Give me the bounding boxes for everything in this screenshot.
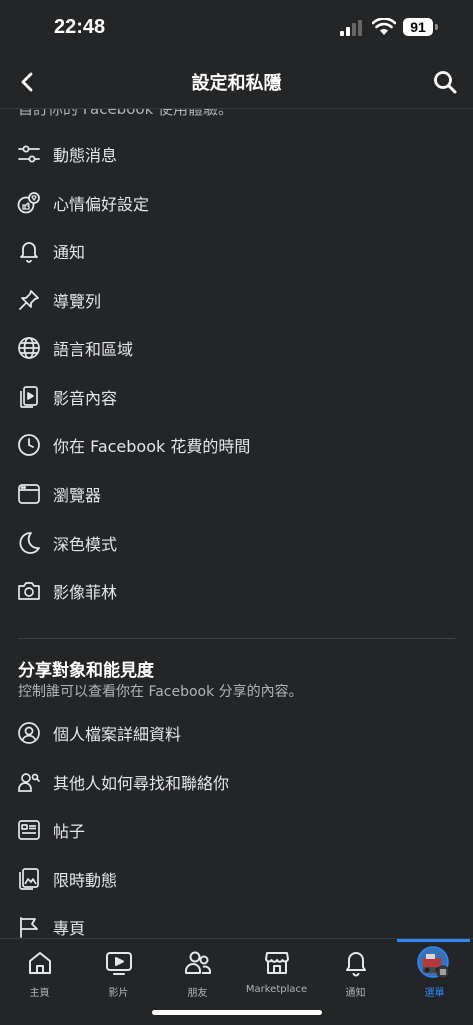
- bell-icon: [16, 238, 42, 264]
- section-divider: [18, 638, 455, 639]
- settings-item-label: 個人檔案詳細資料: [53, 725, 182, 744]
- settings-item-pages[interactable]: 專頁: [0, 905, 473, 938]
- sliders-icon: [16, 141, 42, 167]
- settings-item-label: 影像菲林: [53, 583, 118, 602]
- reactions-icon: [16, 190, 42, 216]
- media-icon: [16, 384, 42, 410]
- settings-item-label: 心情偏好設定: [53, 195, 150, 214]
- page-title: 設定和私隱: [191, 73, 282, 94]
- settings-list[interactable]: 自訂你的 Facebook 使用體驗。 動態消息 心情偏好設定 通知 導覽列 語…: [0, 90, 473, 938]
- settings-item-label: 導覽列: [53, 292, 102, 311]
- settings-item-label: 你在 Facebook 花費的時間: [53, 437, 251, 456]
- settings-item-browser[interactable]: 瀏覽器: [0, 472, 473, 516]
- user-circle-icon: [16, 720, 42, 746]
- globe-icon: [16, 335, 42, 361]
- stories-icon: [16, 866, 42, 892]
- settings-item-dark-mode[interactable]: 深色模式: [0, 521, 473, 565]
- status-time: 22:48: [54, 16, 106, 38]
- tab-menu[interactable]: 選單: [395, 939, 473, 1001]
- camera-icon: [16, 578, 42, 604]
- clock-icon: [16, 432, 42, 458]
- tab-friends[interactable]: 朋友: [158, 939, 237, 1001]
- settings-item-time-on-facebook[interactable]: 你在 Facebook 花費的時間: [0, 423, 473, 467]
- settings-item-camera-roll[interactable]: 影像菲林: [0, 569, 473, 613]
- avatar-menu-icon: [417, 946, 451, 980]
- search-button[interactable]: [431, 68, 459, 96]
- friends-icon: [184, 949, 212, 977]
- tab-notifications[interactable]: 通知: [316, 939, 395, 1001]
- settings-item-label: 專頁: [53, 919, 86, 938]
- battery-indicator: 91: [403, 18, 433, 36]
- flag-icon: [16, 914, 42, 938]
- bell-icon: [342, 949, 370, 977]
- section-subtitle: 控制誰可以查看你在 Facebook 分享的內容。: [18, 684, 303, 700]
- tab-label: 選單: [424, 988, 445, 999]
- settings-item-news-feed[interactable]: 動態消息: [0, 132, 473, 176]
- posts-icon: [16, 817, 42, 843]
- tab-home[interactable]: 主頁: [0, 939, 79, 1001]
- settings-item-stories[interactable]: 限時動態: [0, 857, 473, 901]
- header-divider: [0, 108, 473, 109]
- settings-item-language-region[interactable]: 語言和區域: [0, 326, 473, 370]
- settings-item-label: 限時動態: [53, 871, 118, 890]
- settings-item-label: 影音內容: [53, 389, 118, 408]
- battery-tip: [435, 24, 438, 30]
- browser-icon: [16, 481, 42, 507]
- tab-label: Marketplace: [245, 984, 308, 995]
- settings-item-label: 其他人如何尋找和聯絡你: [53, 774, 230, 793]
- tab-video[interactable]: 影片: [79, 939, 158, 1001]
- user-search-icon: [16, 769, 42, 795]
- header: 設定和私隱: [0, 56, 473, 108]
- home-icon: [26, 949, 54, 977]
- settings-item-label: 帖子: [53, 822, 86, 841]
- tab-label: 通知: [345, 988, 366, 999]
- settings-item-label: 語言和區域: [53, 340, 134, 359]
- pin-icon: [16, 287, 42, 313]
- settings-item-posts[interactable]: 帖子: [0, 808, 473, 852]
- tab-label: 影片: [108, 988, 129, 999]
- marketplace-icon: [263, 949, 291, 977]
- wifi-icon: [372, 18, 396, 36]
- settings-item-navigation-bar[interactable]: 導覽列: [0, 278, 473, 322]
- settings-item-label: 通知: [53, 243, 86, 262]
- settings-item-reactions[interactable]: 心情偏好設定: [0, 181, 473, 225]
- signal-icon: [340, 20, 364, 36]
- settings-item-notifications[interactable]: 通知: [0, 229, 473, 273]
- tab-label: 主頁: [29, 988, 50, 999]
- settings-item-label: 深色模式: [53, 535, 118, 554]
- search-icon: [434, 71, 457, 94]
- tab-label: 朋友: [187, 988, 208, 999]
- settings-item-profile-details[interactable]: 個人檔案詳細資料: [0, 711, 473, 755]
- section-title: 分享對象和能見度: [18, 661, 154, 681]
- settings-item-label: 瀏覽器: [53, 486, 102, 505]
- settings-item-find-contact[interactable]: 其他人如何尋找和聯絡你: [0, 760, 473, 804]
- home-indicator: [152, 1010, 322, 1015]
- video-icon: [105, 949, 133, 977]
- settings-item-media[interactable]: 影音內容: [0, 375, 473, 419]
- settings-item-label: 動態消息: [53, 146, 118, 165]
- status-bar: 22:48 91: [0, 0, 473, 56]
- tab-marketplace[interactable]: Marketplace: [237, 939, 316, 1001]
- moon-icon: [16, 530, 42, 556]
